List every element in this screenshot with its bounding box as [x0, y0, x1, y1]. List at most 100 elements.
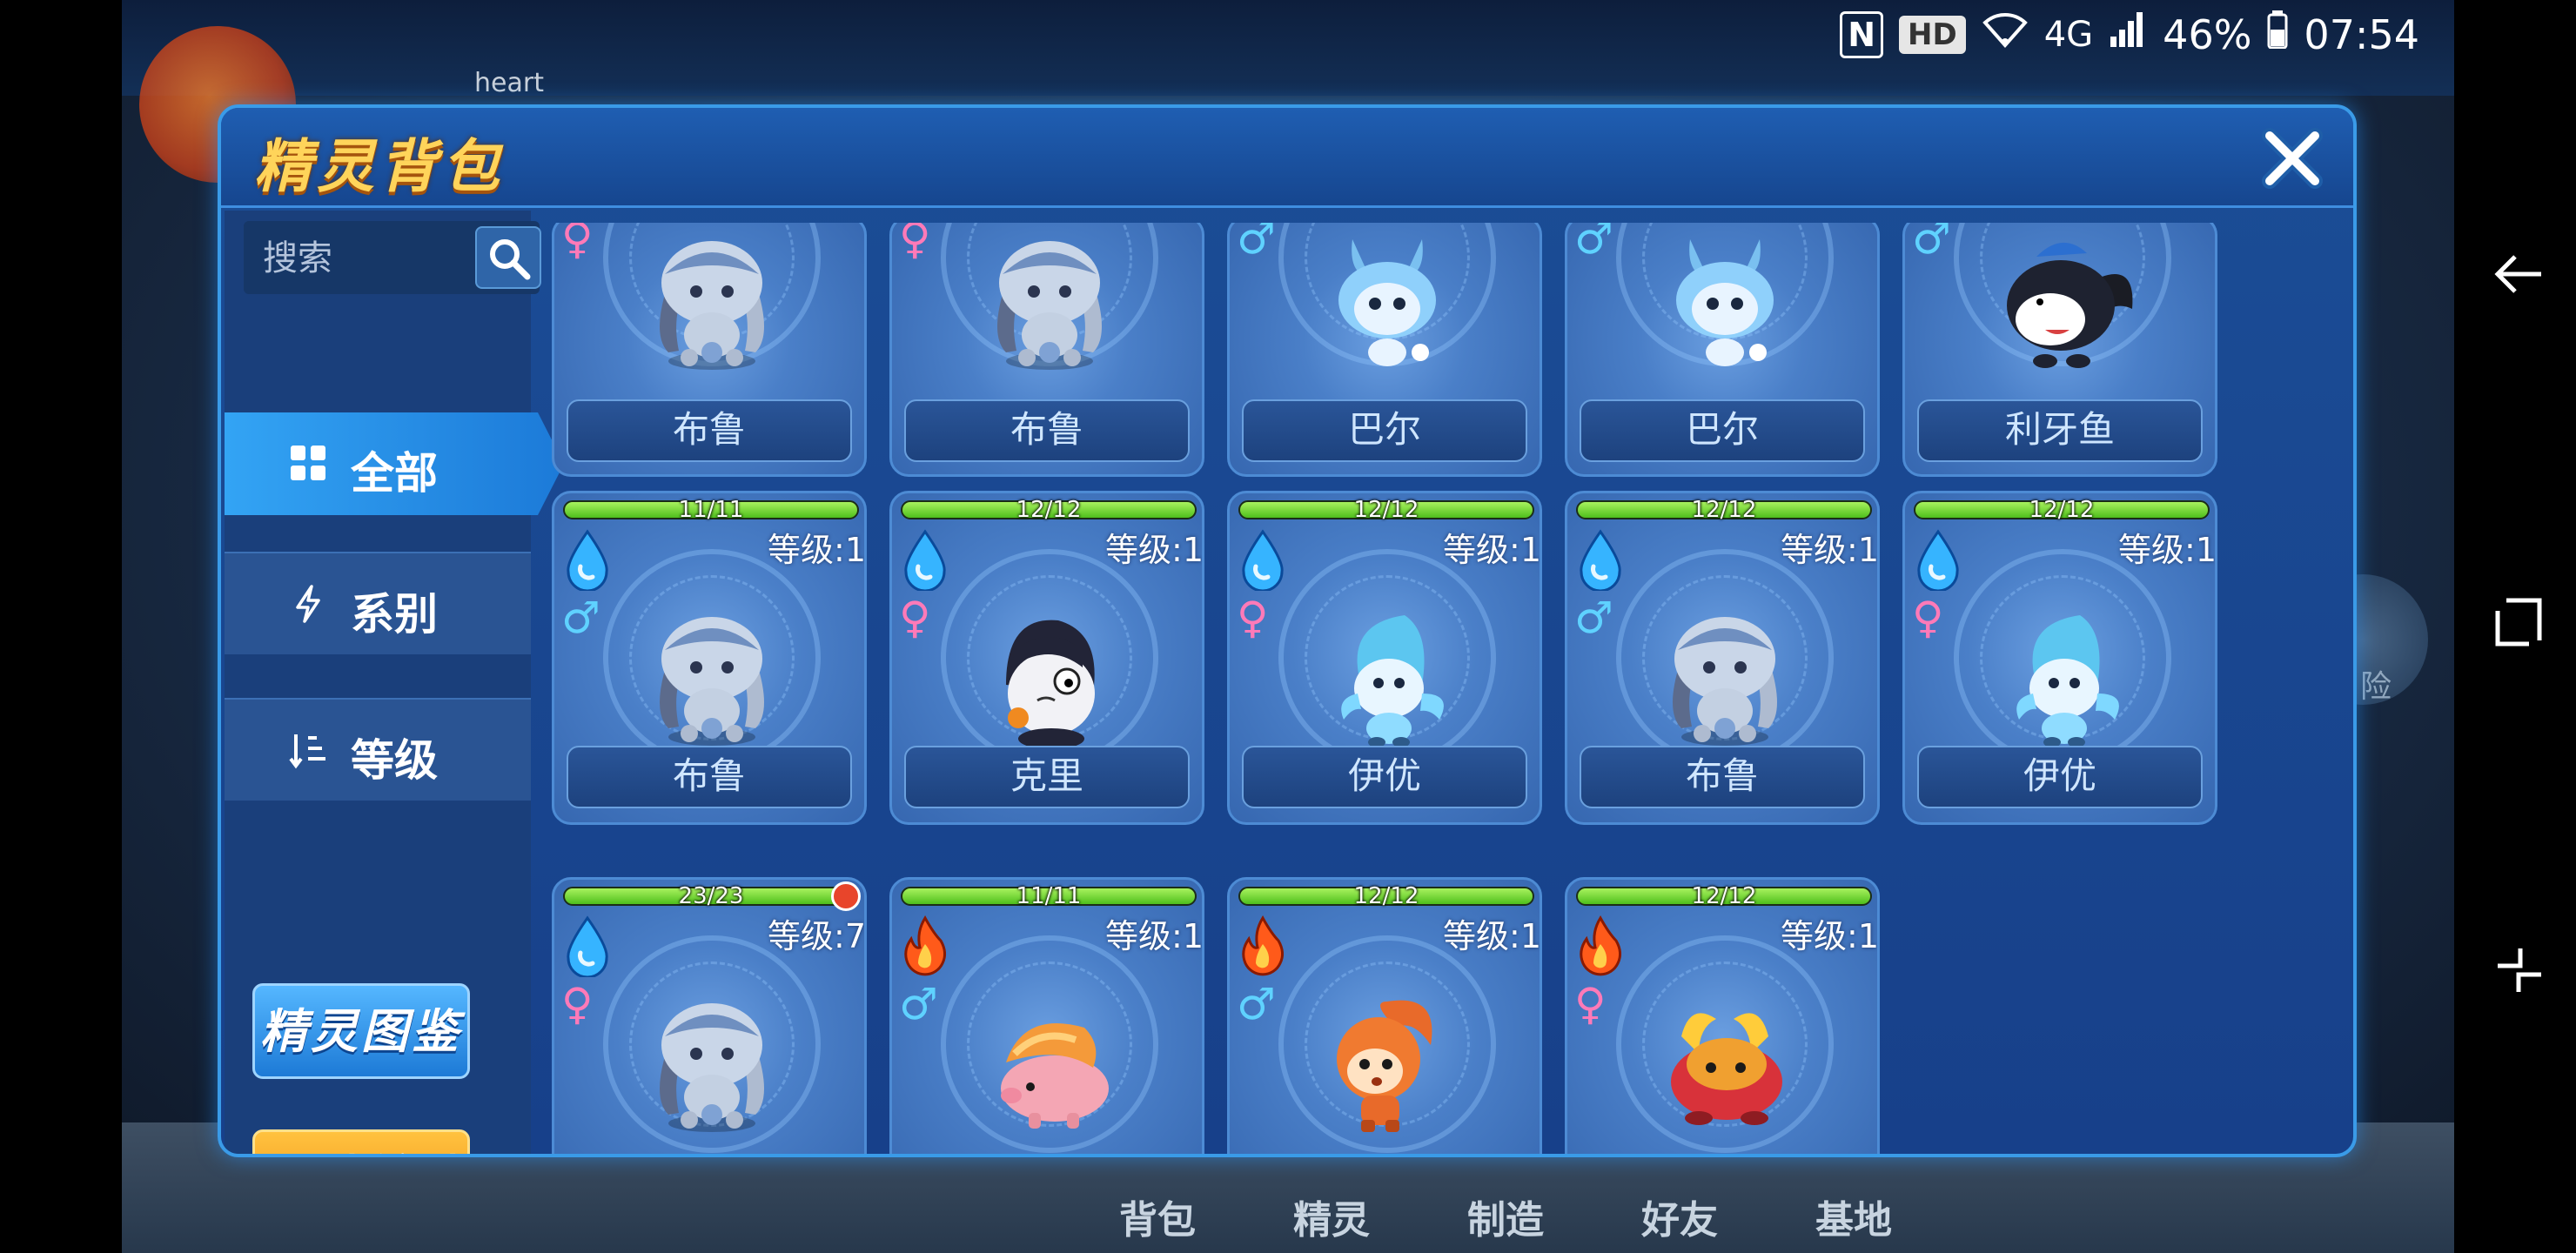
recents-icon[interactable]: [2489, 592, 2550, 653]
spirit-card[interactable]: ♀ 布鲁: [552, 223, 867, 477]
level-label: 等级:1: [1781, 917, 1879, 955]
hp-text: 11/11: [678, 497, 744, 523]
hp-text: 12/12: [1353, 497, 1419, 523]
spirit-card[interactable]: 12/12 等级:1 ♀ 伊优: [1902, 491, 2217, 825]
male-icon: ♂: [899, 979, 938, 1029]
female-icon: ♀: [899, 593, 931, 643]
nfc-icon: N: [1840, 10, 1884, 58]
female-icon: ♀: [1574, 979, 1607, 1029]
water-element-icon: [561, 915, 614, 979]
fire-pig-creature-icon: [971, 984, 1128, 1141]
male-icon: ♂: [1574, 593, 1613, 643]
spirit-card[interactable]: ♂ 巴尔: [1227, 223, 1542, 477]
female-icon: ♀: [561, 979, 594, 1029]
hp-text: 12/12: [1691, 497, 1757, 523]
battery-icon: [2267, 10, 2288, 58]
split-screen-icon[interactable]: [2489, 940, 2550, 1001]
spirit-name: 布鲁: [567, 746, 852, 808]
search-button[interactable]: [475, 226, 541, 289]
hp-bar: 12/12: [901, 497, 1197, 523]
level-label: 等级:1: [2118, 531, 2217, 569]
spirit-card[interactable]: 12/12 等级:1 ♀: [1565, 877, 1880, 1154]
spirit-card[interactable]: 11/11 等级:1 ♂: [889, 877, 1204, 1154]
female-icon: ♀: [1237, 593, 1269, 643]
bulu-creature-icon: [634, 223, 790, 379]
close-button[interactable]: [2256, 122, 2329, 195]
spirit-name: 伊优: [1242, 746, 1527, 808]
alert-dot: [831, 881, 861, 911]
background-heart-label: heart: [474, 68, 544, 98]
spirit-card[interactable]: 11/11 等级:1 ♂ 布鲁: [552, 491, 867, 825]
spirit-bag-panel: 精灵背包 全部: [218, 104, 2357, 1157]
spirit-card[interactable]: 12/12 等级:1 ♀ 伊优: [1227, 491, 1542, 825]
hp-bar: 12/12: [1238, 883, 1534, 909]
sidebar: 全部 系别 等级 精灵图鉴 战斗编队: [225, 211, 564, 1154]
sort-icon: [287, 729, 329, 771]
hp-text: 12/12: [1016, 497, 1082, 523]
bulu-creature-icon: [1647, 598, 1803, 754]
fire-beast-creature-icon: [1647, 984, 1803, 1141]
fire-element-icon: [1237, 915, 1289, 977]
hp-bar: 23/23: [563, 883, 859, 909]
spirit-grid: ♀ 布鲁 ♀ 布鲁 ♂ 巴尔 ♂ 巴尔 ♂ 利牙鱼 11/11 等级:1 ♂ 布鲁 12/12 等级:1 ♀ 克里…: [552, 223, 2318, 1154]
hd-icon: HD: [1899, 15, 1966, 54]
panel-header: 精灵背包: [221, 108, 2353, 208]
close-icon: [2262, 128, 2323, 189]
spirit-card[interactable]: ♂ 巴尔: [1565, 223, 1880, 477]
spirit-card[interactable]: ♀ 布鲁: [889, 223, 1204, 477]
signal-icon: [2109, 10, 2147, 58]
spirit-card[interactable]: 12/12 等级:1 ♂ 布鲁: [1565, 491, 1880, 825]
hp-bar: 12/12: [1914, 497, 2210, 523]
baer-creature-icon: [1647, 223, 1803, 379]
level-label: 等级:7: [768, 917, 866, 955]
level-label: 等级:1: [1105, 531, 1204, 569]
hp-text: 12/12: [1691, 883, 1757, 909]
tab-all-label: 全部: [351, 448, 438, 499]
tab-type[interactable]: 系别: [225, 552, 531, 654]
bulu-creature-icon: [634, 984, 790, 1141]
spirit-card[interactable]: 12/12 等级:1 ♂: [1227, 877, 1542, 1154]
spirit-card[interactable]: 12/12 等级:1 ♀ 克里: [889, 491, 1204, 825]
level-label: 等级:1: [768, 531, 866, 569]
level-label: 等级:1: [1443, 531, 1541, 569]
water-element-icon: [899, 528, 951, 593]
spirit-card[interactable]: ♂ 利牙鱼: [1902, 223, 2217, 477]
fire-monkey-creature-icon: [1309, 984, 1466, 1141]
male-icon: ♂: [1237, 223, 1276, 264]
hp-text: 11/11: [1016, 883, 1082, 909]
tab-level[interactable]: 等级: [225, 698, 531, 801]
baer-creature-icon: [1309, 223, 1466, 379]
lightning-icon: [287, 583, 329, 625]
hp-bar: 11/11: [901, 883, 1197, 909]
spirit-card[interactable]: 23/23 等级:7 ♀: [552, 877, 867, 1154]
clock: 07:54: [2304, 10, 2419, 58]
spirit-name: 巴尔: [1242, 399, 1527, 462]
female-icon: ♀: [1912, 593, 1944, 643]
wifi-icon: [1982, 10, 2029, 58]
male-icon: ♂: [1237, 979, 1276, 1029]
bg-nav-base: 基地: [1815, 1198, 1892, 1243]
water-element-icon: [1912, 528, 1964, 593]
search-input[interactable]: [261, 230, 456, 287]
network-type: 4G: [2043, 14, 2094, 55]
liyayu-creature-icon: [1984, 223, 2141, 379]
female-icon: ♀: [561, 223, 594, 264]
android-nav-bar: [2454, 0, 2576, 1253]
background-bottom-nav: 背包 精灵 制造 好友 基地: [1070, 1189, 1941, 1244]
spirit-name: 克里: [904, 746, 1190, 808]
spirit-name: 布鲁: [904, 399, 1190, 462]
female-icon: ♀: [899, 223, 931, 264]
tab-all[interactable]: 全部: [225, 412, 564, 515]
spirit-name: 利牙鱼: [1917, 399, 2203, 462]
codex-button[interactable]: 精灵图鉴: [252, 983, 470, 1079]
search-icon: [490, 239, 531, 280]
bg-nav-craft: 制造: [1467, 1198, 1544, 1243]
bulu-creature-icon: [634, 598, 790, 754]
battery-percent: 46%: [2163, 10, 2252, 58]
spirit-name: 巴尔: [1580, 399, 1865, 462]
male-icon: ♂: [1912, 223, 1951, 264]
male-icon: ♂: [561, 593, 600, 643]
formation-button[interactable]: 战斗编队: [252, 1129, 470, 1154]
back-icon[interactable]: [2489, 244, 2550, 305]
level-label: 等级:1: [1443, 917, 1541, 955]
